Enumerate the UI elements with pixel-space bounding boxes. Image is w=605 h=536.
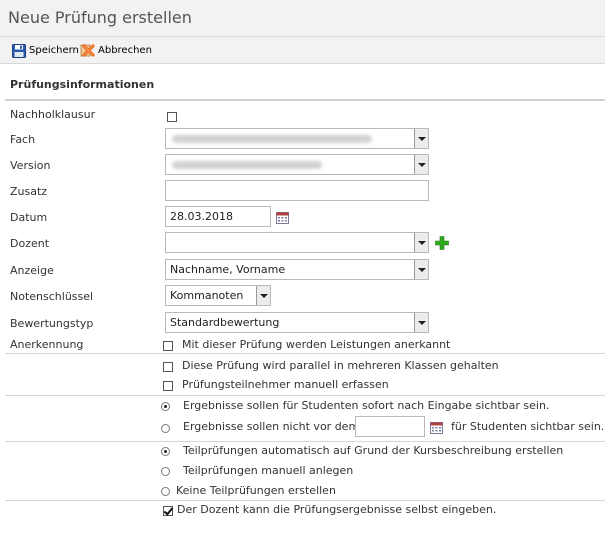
anzeige-value: Nachname, Vorname bbox=[170, 263, 286, 276]
section-divider bbox=[5, 99, 605, 101]
teil-auto-radio[interactable] bbox=[161, 447, 170, 456]
toolbar: Speichern Abbrechen bbox=[0, 37, 605, 64]
notenschluessel-label: Notenschlüssel bbox=[10, 290, 94, 303]
chevron-down-icon[interactable] bbox=[414, 155, 428, 174]
plus-icon[interactable] bbox=[435, 236, 449, 250]
nicht-vor-date-input[interactable] bbox=[355, 416, 425, 437]
fach-select[interactable] bbox=[165, 128, 429, 149]
anzeige-select[interactable]: Nachname, Vorname bbox=[165, 259, 429, 280]
nicht-vor-radio[interactable] bbox=[161, 424, 170, 433]
manuell-erfassen-label: Prüfungsteilnehmer manuell erfassen bbox=[182, 378, 389, 391]
datum-label: Datum bbox=[10, 211, 48, 224]
calendar-icon[interactable] bbox=[430, 422, 443, 434]
nicht-vor-label-after: für Studenten sichtbar sein. bbox=[451, 420, 605, 433]
save-button-label: Speichern bbox=[29, 45, 79, 56]
teil-auto-label: Teilprüfungen automatisch auf Grund der … bbox=[183, 444, 564, 457]
chevron-down-icon[interactable] bbox=[414, 129, 428, 148]
cancel-button[interactable]: Abbrechen bbox=[80, 42, 152, 59]
sofort-sichtbar-radio[interactable] bbox=[161, 402, 170, 411]
teil-manuell-radio[interactable] bbox=[161, 467, 170, 476]
dozent-label: Dozent bbox=[10, 237, 50, 250]
fach-value-redacted bbox=[172, 134, 372, 143]
chevron-down-icon[interactable] bbox=[414, 260, 428, 279]
cancel-x-icon bbox=[80, 44, 95, 57]
version-value-redacted bbox=[172, 160, 322, 169]
calendar-icon[interactable] bbox=[276, 212, 289, 224]
anerkannt-label: Mit dieser Prüfung werden Leistungen ane… bbox=[182, 338, 451, 351]
cancel-button-label: Abbrechen bbox=[98, 45, 152, 56]
anerkannt-checkbox[interactable] bbox=[163, 341, 173, 351]
chevron-down-icon[interactable] bbox=[256, 286, 270, 305]
bewertungstyp-value: Standardbewertung bbox=[170, 316, 280, 329]
divider bbox=[5, 441, 605, 442]
save-button[interactable]: Speichern bbox=[12, 42, 79, 59]
divider bbox=[5, 500, 605, 501]
divider bbox=[5, 353, 605, 354]
zusatz-label: Zusatz bbox=[10, 185, 48, 198]
fach-label: Fach bbox=[10, 133, 36, 146]
bewertungstyp-label: Bewertungstyp bbox=[10, 317, 94, 330]
dozent-eingabe-checkbox[interactable] bbox=[163, 506, 173, 516]
zusatz-input[interactable] bbox=[165, 180, 429, 201]
floppy-disk-icon bbox=[12, 43, 26, 58]
bewertungstyp-select[interactable]: Standardbewertung bbox=[165, 312, 429, 333]
datum-input[interactable]: 28.03.2018 bbox=[165, 206, 271, 227]
version-select[interactable] bbox=[165, 154, 429, 175]
dozent-eingabe-label: Der Dozent kann die Prüfungsergebnisse s… bbox=[177, 503, 497, 516]
nachholklausur-label: Nachholklausur bbox=[10, 108, 96, 121]
parallel-label: Diese Prüfung wird parallel in mehreren … bbox=[182, 359, 499, 372]
anzeige-label: Anzeige bbox=[10, 264, 54, 277]
keine-teil-label: Keine Teilprüfungen erstellen bbox=[176, 484, 336, 497]
notenschluessel-value: Kommanoten bbox=[170, 289, 244, 302]
sofort-sichtbar-label: Ergebnisse sollen für Studenten sofort n… bbox=[183, 399, 550, 412]
manuell-erfassen-checkbox[interactable] bbox=[163, 381, 173, 391]
keine-teil-radio[interactable] bbox=[161, 487, 170, 496]
nicht-vor-label-before: Ergebnisse sollen nicht vor dem bbox=[183, 420, 360, 433]
dozent-select[interactable] bbox=[165, 232, 429, 253]
notenschluessel-select[interactable]: Kommanoten bbox=[165, 285, 271, 306]
chevron-down-icon[interactable] bbox=[414, 313, 428, 332]
window-title: Neue Prüfung erstellen bbox=[8, 8, 192, 27]
parallel-checkbox[interactable] bbox=[163, 362, 173, 372]
nachholklausur-checkbox[interactable] bbox=[167, 112, 177, 122]
window-title-bar: Neue Prüfung erstellen bbox=[0, 0, 605, 37]
chevron-down-icon[interactable] bbox=[414, 233, 428, 252]
section-title: Prüfungsinformationen bbox=[10, 78, 155, 91]
anerkennung-label: Anerkennung bbox=[10, 338, 84, 351]
version-label: Version bbox=[10, 159, 51, 172]
teil-manuell-label: Teilprüfungen manuell anlegen bbox=[183, 464, 354, 477]
divider bbox=[5, 395, 605, 396]
